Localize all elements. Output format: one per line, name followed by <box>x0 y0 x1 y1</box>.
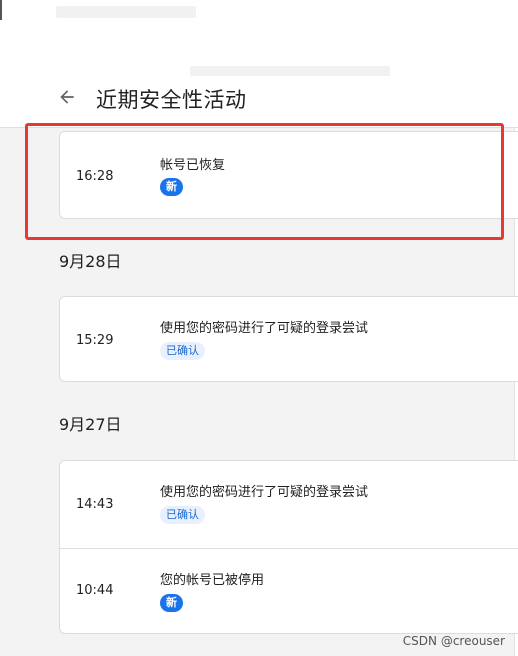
event-title: 使用您的密码进行了可疑的登录尝试 <box>160 485 369 500</box>
window-edge <box>0 0 2 20</box>
arrow-left-icon <box>60 90 74 104</box>
status-badge: 新 <box>160 178 183 196</box>
overlapping-content-ghost <box>190 66 390 76</box>
date-heading: 9月27日 <box>59 415 122 434</box>
page: 近期安全性活动 16:28 帐号已恢复 新 9月28日 15:29 使用您的密码… <box>0 0 518 656</box>
event-time: 14:43 <box>76 497 114 512</box>
page-header: 近期安全性活动 <box>0 76 518 120</box>
status-badge: 已确认 <box>160 506 205 524</box>
event-card: 15:29 使用您的密码进行了可疑的登录尝试 已确认 <box>59 296 518 382</box>
event-card: 14:43 使用您的密码进行了可疑的登录尝试 已确认 10:44 您的帐号已被停… <box>59 460 518 634</box>
page-title: 近期安全性活动 <box>96 88 247 112</box>
status-badge: 新 <box>160 594 183 612</box>
event-time: 10:44 <box>76 583 114 598</box>
event-card: 16:28 帐号已恢复 新 <box>59 131 518 219</box>
event-time: 15:29 <box>76 333 114 348</box>
event-title: 您的帐号已被停用 <box>160 573 265 588</box>
event-row[interactable]: 14:43 使用您的密码进行了可疑的登录尝试 已确认 <box>60 461 518 548</box>
status-badge: 已确认 <box>160 342 205 360</box>
event-time: 16:28 <box>76 169 114 184</box>
date-heading: 9月28日 <box>59 252 122 271</box>
event-row[interactable]: 16:28 帐号已恢复 新 <box>60 132 518 220</box>
overlapping-content-ghost <box>56 6 196 18</box>
event-title: 帐号已恢复 <box>160 158 226 173</box>
event-title: 使用您的密码进行了可疑的登录尝试 <box>160 321 369 336</box>
back-button[interactable] <box>54 84 80 110</box>
watermark: CSDN @creouser <box>402 634 505 648</box>
event-row[interactable]: 15:29 使用您的密码进行了可疑的登录尝试 已确认 <box>60 297 518 383</box>
event-row[interactable]: 10:44 您的帐号已被停用 新 <box>60 548 518 635</box>
